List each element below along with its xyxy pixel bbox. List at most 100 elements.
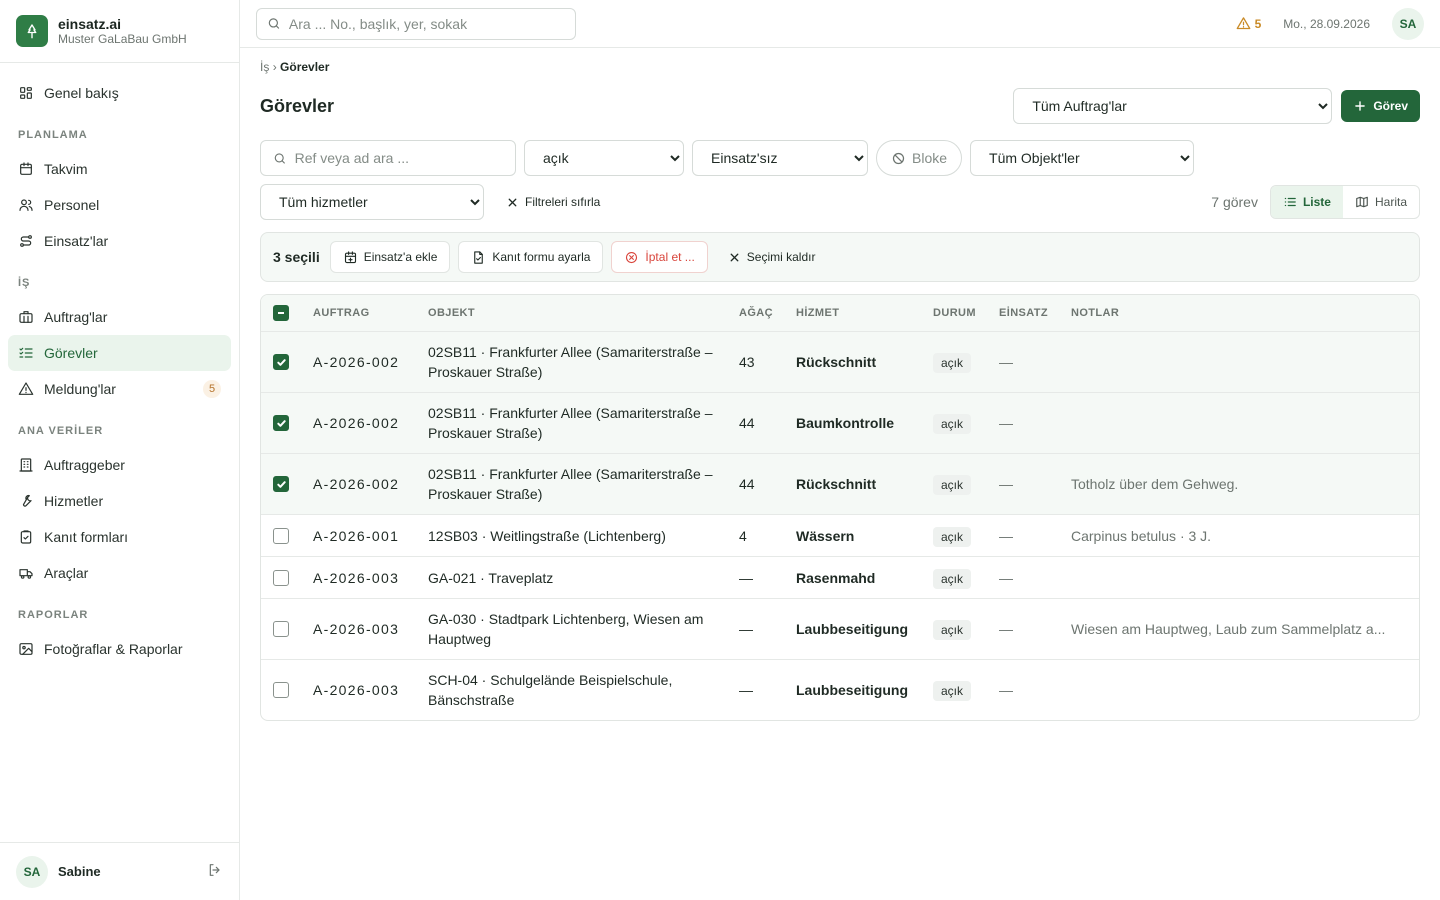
- avatar[interactable]: SA: [16, 855, 48, 888]
- cell-hizmet: Laubbeseitigung: [796, 682, 908, 698]
- header-agac[interactable]: AĞAÇ: [739, 307, 796, 319]
- sidebar-item[interactable]: Genel bakış: [8, 75, 231, 111]
- clear-selection-button[interactable]: Seçimi kaldır: [716, 241, 828, 273]
- sidebar-item[interactable]: Auftrag'lar: [8, 299, 231, 335]
- nav-section-heading: RAPORLAR: [18, 609, 89, 621]
- page-title: Görevler: [260, 95, 335, 116]
- hizmet-filter-select[interactable]: Tüm hizmetler: [260, 184, 484, 220]
- cell-hizmet: Wässern: [796, 527, 855, 544]
- task-search-input[interactable]: [294, 150, 503, 166]
- sidebar-user: SA Sabine: [0, 842, 239, 900]
- header-durum[interactable]: DURUM: [933, 307, 999, 319]
- status-filter-select[interactable]: açık: [524, 140, 684, 176]
- table-row[interactable]: A-2026-003 GA-021 · Traveplatz — Rasenmahd a…: [261, 556, 1419, 598]
- header-hizmet[interactable]: HİZMET: [796, 307, 933, 319]
- sidebar-item[interactable]: Auftraggeber: [8, 447, 231, 483]
- cell-objekt: 02SB11 · Frankfurter Allee (Samariterstr…: [428, 344, 713, 380]
- indeterminate-icon: [278, 312, 284, 314]
- table-row[interactable]: A-2026-002 02SB11 · Frankfurter Allee (Sa…: [261, 392, 1419, 453]
- cell-objekt: SCH-04 · Schulgelände Beispielschule, Bä…: [428, 672, 673, 708]
- sidebar-item[interactable]: Einsatz'lar: [8, 223, 231, 259]
- form-icon: [474, 250, 484, 264]
- tree-logo-icon: [16, 15, 48, 47]
- row-checkbox[interactable]: [273, 621, 289, 637]
- cancel-tasks-button[interactable]: İptal et ...: [611, 241, 708, 273]
- reset-filters-button[interactable]: Filtreleri sıfırla: [496, 195, 610, 209]
- sidebar-item[interactable]: Personel: [8, 187, 231, 223]
- sidebar-item-label: Personel: [44, 197, 100, 213]
- row-checkbox[interactable]: [273, 682, 289, 698]
- calendar-icon: [18, 161, 34, 177]
- row-checkbox[interactable]: [273, 569, 289, 586]
- close-icon: [730, 253, 739, 261]
- cell-auftrag: A-2026-002: [313, 476, 400, 492]
- sidebar-item[interactable]: Fotoğraflar & Raporlar: [8, 631, 231, 667]
- content: İş › Görevler Görevler Tüm Auftrag'lar G…: [240, 48, 1440, 733]
- brand[interactable]: einsatz.ai Muster GaLaBau GmbH: [0, 0, 239, 63]
- new-task-button[interactable]: Görev: [1341, 90, 1420, 122]
- sidebar: einsatz.ai Muster GaLaBau GmbH Genel bak…: [0, 0, 240, 900]
- cell-hizmet: Rückschnitt: [796, 354, 877, 370]
- cell-hizmet: Laubbeseitigung: [796, 621, 908, 637]
- truck-icon: [18, 565, 34, 581]
- table-row[interactable]: A-2026-003 SCH-04 · Schulgelände Beispiel…: [261, 659, 1419, 720]
- sidebar-item-count: 5: [203, 380, 221, 398]
- grid-icon: [18, 85, 34, 101]
- logout-icon[interactable]: [207, 862, 223, 881]
- status-badge: açık: [933, 475, 972, 495]
- list-icon: [1284, 197, 1296, 207]
- brand-org: Muster GaLaBau GmbH: [58, 31, 187, 46]
- header-einsatz[interactable]: EİNSATZ: [999, 307, 1071, 319]
- objekt-filter-select[interactable]: Tüm Objekt'ler: [970, 140, 1195, 176]
- cancel-tasks-label: İptal et ...: [645, 250, 695, 264]
- select-all-checkbox[interactable]: [273, 305, 289, 321]
- row-checkbox[interactable]: [273, 476, 289, 492]
- sidebar-item-label: Hizmetler: [44, 493, 104, 509]
- global-search-input[interactable]: [288, 15, 565, 32]
- status-badge: açık: [933, 568, 972, 589]
- view-list-button[interactable]: Liste: [1270, 186, 1343, 218]
- sidebar-item[interactable]: Araçlar: [8, 555, 231, 591]
- cell-hizmet: Baumkontrolle: [796, 415, 895, 431]
- global-search[interactable]: [256, 7, 576, 40]
- user-avatar[interactable]: SA: [1392, 7, 1424, 40]
- sidebar-item-label: Takvim: [44, 161, 88, 177]
- header-objekt[interactable]: OBJEKT: [428, 303, 739, 323]
- sidebar-item[interactable]: Meldung'lar 5: [8, 371, 231, 407]
- view-map-button[interactable]: Harita: [1343, 186, 1419, 218]
- table-row[interactable]: A-2026-002 02SB11 · Frankfurter Allee (Sa…: [261, 453, 1419, 514]
- breadcrumb-parent[interactable]: İş: [260, 60, 269, 74]
- cell-einsatz: —: [999, 569, 1013, 586]
- table-row[interactable]: A-2026-003 GA-030 · Stadtpark Lichtenberg…: [261, 598, 1419, 659]
- task-search[interactable]: [260, 140, 516, 176]
- add-to-einsatz-button[interactable]: Einsatz'a ekle: [329, 241, 451, 273]
- auftrag-filter-select[interactable]: Tüm Auftrag'lar: [1013, 88, 1333, 124]
- einsatz-filter-select[interactable]: Einsatz'sız: [692, 140, 868, 176]
- header-auftrag[interactable]: AUFTRAG: [313, 307, 428, 319]
- view-toggle: Liste Harita: [1269, 185, 1420, 219]
- close-icon: [508, 198, 517, 206]
- row-checkbox[interactable]: [273, 354, 289, 370]
- selected-count: 3 seçili: [273, 249, 320, 265]
- table-row[interactable]: A-2026-002 02SB11 · Frankfurter Allee (Sa…: [261, 331, 1419, 392]
- sidebar-item[interactable]: Takvim: [8, 151, 231, 187]
- cancel-circle-icon: [626, 251, 638, 263]
- header-notlar[interactable]: NOTLAR: [1071, 307, 1419, 319]
- sidebar-item[interactable]: Hizmetler: [8, 483, 231, 519]
- table-row[interactable]: A-2026-001 12SB03 · Weitlingstraße (Licht…: [261, 514, 1419, 556]
- bloke-toggle[interactable]: Bloke: [876, 140, 963, 176]
- sidebar-item-label: Auftrag'lar: [44, 309, 108, 325]
- cell-agac: —: [739, 621, 753, 637]
- cell-auftrag: A-2026-003: [313, 569, 400, 586]
- filter-bar: açık Einsatz'sız Bloke Tüm Objekt'ler: [260, 140, 1200, 176]
- warnings-indicator[interactable]: 5: [1236, 16, 1261, 31]
- topbar: 5 Mo., 28.09.2026 SA: [240, 0, 1440, 48]
- row-checkbox[interactable]: [273, 415, 289, 431]
- users-icon: [18, 197, 34, 213]
- set-proof-form-button[interactable]: Kanıt formu ayarla: [458, 241, 604, 273]
- sidebar-item[interactable]: Görevler: [8, 335, 231, 371]
- check-icon: [276, 358, 286, 366]
- row-checkbox[interactable]: [273, 527, 289, 544]
- search-icon: [268, 18, 280, 29]
- sidebar-item[interactable]: Kanıt formları: [8, 519, 231, 555]
